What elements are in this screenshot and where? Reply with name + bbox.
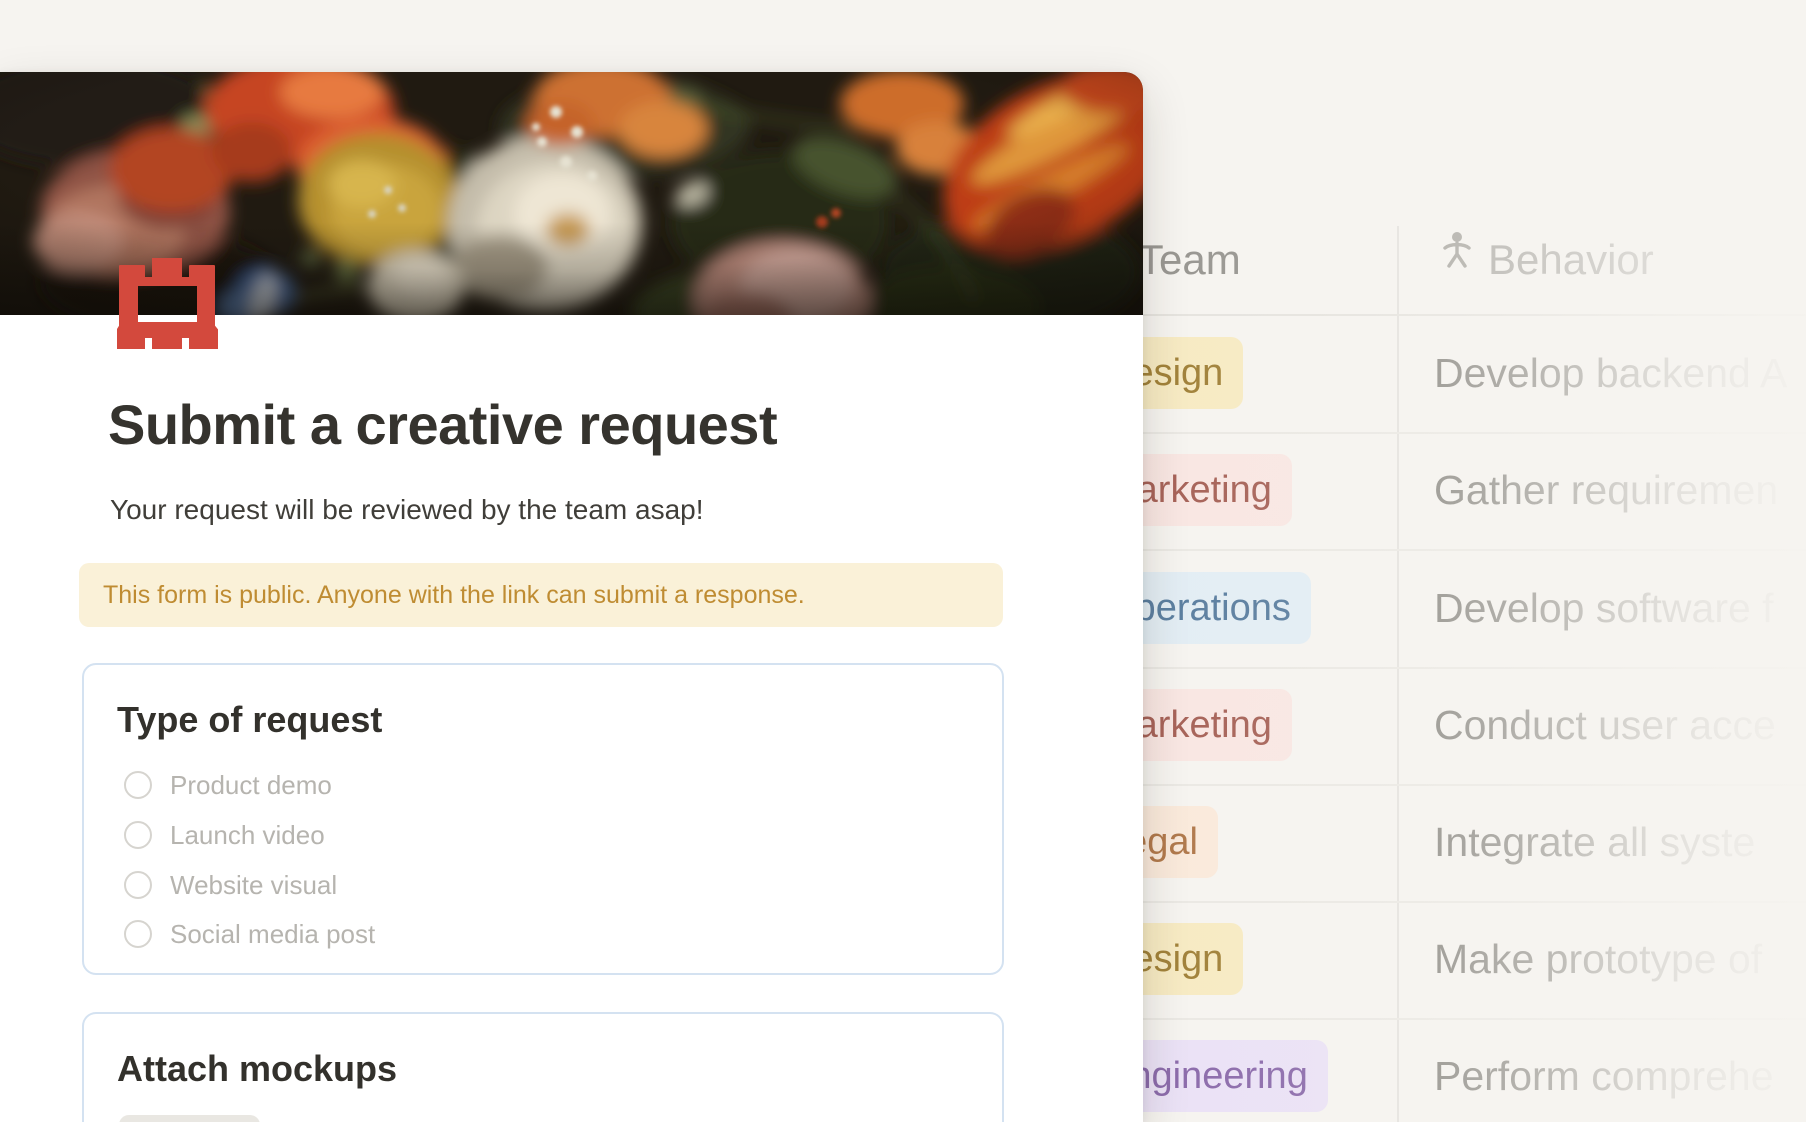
behavior-cell: Integrate all syste <box>1434 818 1806 866</box>
radio-circle-icon[interactable] <box>124 871 152 899</box>
behavior-cell: Develop software f <box>1434 584 1806 632</box>
column-header-team: Team <box>1138 236 1241 284</box>
form-panel: Submit a creative request Your request w… <box>0 72 1143 1122</box>
form-title: Submit a creative request <box>108 394 777 456</box>
radio-option-label: Launch video <box>170 820 325 851</box>
row-divider <box>1080 549 1806 551</box>
file-upload-button[interactable] <box>119 1115 260 1122</box>
radio-circle-icon[interactable] <box>124 771 152 799</box>
row-divider <box>1080 901 1806 903</box>
question-card-type-of-request: Type of request Product demo Launch vide… <box>82 663 1004 975</box>
form-logo-icon <box>117 258 218 349</box>
person-icon <box>1442 231 1472 269</box>
behavior-cell: Conduct user acce <box>1434 701 1806 749</box>
row-divider <box>1080 432 1806 434</box>
radio-circle-icon[interactable] <box>124 821 152 849</box>
radio-option-label: Product demo <box>170 770 332 801</box>
form-subtitle: Your request will be reviewed by the tea… <box>110 493 704 527</box>
row-divider <box>1080 667 1806 669</box>
question-heading: Attach mockups <box>117 1048 397 1090</box>
row-divider <box>1080 1018 1806 1020</box>
behavior-cell: Perform comprehe <box>1434 1052 1806 1100</box>
radio-option-label: Website visual <box>170 870 337 901</box>
radio-option-label: Social media post <box>170 919 375 950</box>
column-header-behavior: Behavior <box>1488 236 1654 284</box>
column-divider <box>1397 226 1399 1122</box>
public-form-banner: This form is public. Anyone with the lin… <box>79 563 1003 627</box>
behavior-cell: Make prototype of <box>1434 935 1806 983</box>
behavior-cell: Develop backend A <box>1434 349 1806 397</box>
radio-circle-icon[interactable] <box>124 920 152 948</box>
question-card-attach-mockups: Attach mockups <box>82 1012 1004 1122</box>
radio-option-website-visual[interactable]: Website visual <box>124 868 337 902</box>
radio-option-product-demo[interactable]: Product demo <box>124 768 332 802</box>
question-heading: Type of request <box>117 699 382 741</box>
behavior-cell: Gather requiremen <box>1434 466 1806 514</box>
row-divider <box>1080 314 1806 316</box>
row-divider <box>1080 784 1806 786</box>
radio-option-social-media-post[interactable]: Social media post <box>124 917 375 951</box>
radio-option-launch-video[interactable]: Launch video <box>124 818 325 852</box>
public-form-banner-text: This form is public. Anyone with the lin… <box>103 581 805 610</box>
